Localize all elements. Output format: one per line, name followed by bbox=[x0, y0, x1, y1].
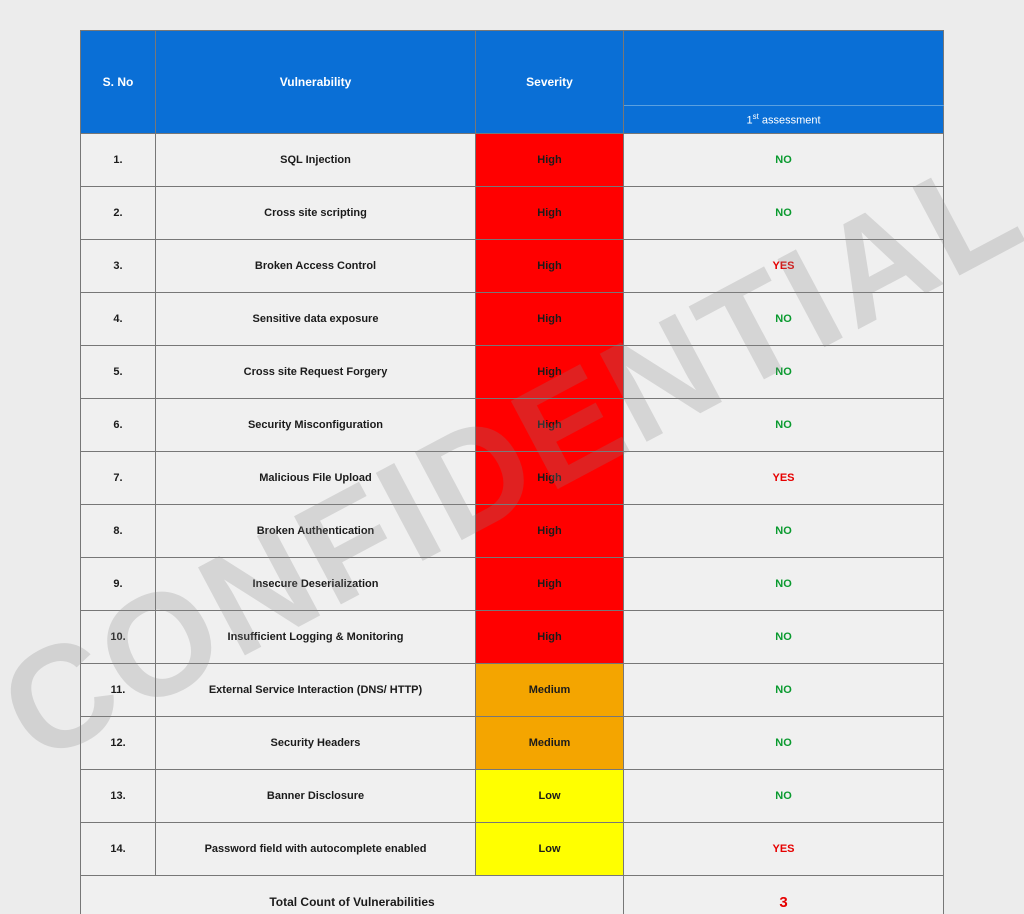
cell-sno: 9. bbox=[81, 558, 156, 611]
cell-vulnerability: Banner Disclosure bbox=[156, 770, 476, 823]
cell-sno: 11. bbox=[81, 664, 156, 717]
cell-vulnerability: Broken Authentication bbox=[156, 505, 476, 558]
cell-assessment: NO bbox=[624, 134, 944, 187]
cell-assessment: NO bbox=[624, 346, 944, 399]
cell-vulnerability: Security Headers bbox=[156, 717, 476, 770]
cell-vulnerability: External Service Interaction (DNS/ HTTP) bbox=[156, 664, 476, 717]
header-assessment-blank bbox=[624, 31, 944, 106]
table-row: 5.Cross site Request ForgeryHighNO bbox=[81, 346, 944, 399]
cell-sno: 13. bbox=[81, 770, 156, 823]
assessment-suffix: assessment bbox=[759, 115, 821, 127]
header-severity: Severity bbox=[476, 31, 624, 134]
cell-assessment: NO bbox=[624, 611, 944, 664]
cell-sno: 8. bbox=[81, 505, 156, 558]
cell-assessment: NO bbox=[624, 717, 944, 770]
cell-assessment: NO bbox=[624, 558, 944, 611]
cell-vulnerability: Security Misconfiguration bbox=[156, 399, 476, 452]
cell-severity: High bbox=[476, 240, 624, 293]
table-row: 1.SQL InjectionHighNO bbox=[81, 134, 944, 187]
cell-severity: High bbox=[476, 293, 624, 346]
cell-assessment: NO bbox=[624, 293, 944, 346]
cell-vulnerability: Broken Access Control bbox=[156, 240, 476, 293]
cell-severity: High bbox=[476, 134, 624, 187]
cell-assessment: NO bbox=[624, 187, 944, 240]
cell-assessment: NO bbox=[624, 664, 944, 717]
cell-severity: High bbox=[476, 505, 624, 558]
table-row: 4.Sensitive data exposureHighNO bbox=[81, 293, 944, 346]
table-row: 8.Broken AuthenticationHighNO bbox=[81, 505, 944, 558]
cell-vulnerability: Cross site Request Forgery bbox=[156, 346, 476, 399]
cell-sno: 10. bbox=[81, 611, 156, 664]
table-row: 2.Cross site scriptingHighNO bbox=[81, 187, 944, 240]
table-row: 10.Insufficient Logging & MonitoringHigh… bbox=[81, 611, 944, 664]
cell-vulnerability: Malicious File Upload bbox=[156, 452, 476, 505]
cell-vulnerability: Cross site scripting bbox=[156, 187, 476, 240]
cell-vulnerability: Insecure Deserialization bbox=[156, 558, 476, 611]
total-row: Total Count of Vulnerabilities3 bbox=[81, 876, 944, 914]
cell-vulnerability: SQL Injection bbox=[156, 134, 476, 187]
cell-assessment: YES bbox=[624, 452, 944, 505]
header-sno: S. No bbox=[81, 31, 156, 134]
cell-severity: Medium bbox=[476, 717, 624, 770]
cell-vulnerability: Insufficient Logging & Monitoring bbox=[156, 611, 476, 664]
cell-severity: High bbox=[476, 611, 624, 664]
cell-sno: 5. bbox=[81, 346, 156, 399]
cell-assessment: YES bbox=[624, 240, 944, 293]
cell-severity: High bbox=[476, 187, 624, 240]
cell-sno: 2. bbox=[81, 187, 156, 240]
cell-sno: 1. bbox=[81, 134, 156, 187]
cell-assessment: YES bbox=[624, 823, 944, 876]
table-row: 9.Insecure DeserializationHighNO bbox=[81, 558, 944, 611]
cell-sno: 12. bbox=[81, 717, 156, 770]
table-row: 6.Security MisconfigurationHighNO bbox=[81, 399, 944, 452]
header-assessment: 1st assessment bbox=[624, 106, 944, 134]
cell-vulnerability: Password field with autocomplete enabled bbox=[156, 823, 476, 876]
cell-sno: 4. bbox=[81, 293, 156, 346]
cell-severity: High bbox=[476, 452, 624, 505]
table-row: 14.Password field with autocomplete enab… bbox=[81, 823, 944, 876]
total-count: 3 bbox=[624, 876, 944, 914]
cell-sno: 14. bbox=[81, 823, 156, 876]
cell-assessment: NO bbox=[624, 770, 944, 823]
table-row: 3.Broken Access ControlHighYES bbox=[81, 240, 944, 293]
cell-severity: High bbox=[476, 558, 624, 611]
cell-sno: 7. bbox=[81, 452, 156, 505]
cell-sno: 6. bbox=[81, 399, 156, 452]
table-row: 12.Security HeadersMediumNO bbox=[81, 717, 944, 770]
cell-sno: 3. bbox=[81, 240, 156, 293]
cell-severity: High bbox=[476, 346, 624, 399]
cell-vulnerability: Sensitive data exposure bbox=[156, 293, 476, 346]
header-vulnerability: Vulnerability bbox=[156, 31, 476, 134]
table-row: 11.External Service Interaction (DNS/ HT… bbox=[81, 664, 944, 717]
cell-assessment: NO bbox=[624, 505, 944, 558]
vulnerability-summary-table: S. No Vulnerability Severity 1st assessm… bbox=[80, 30, 944, 914]
cell-severity: High bbox=[476, 399, 624, 452]
table-row: 13.Banner DisclosureLowNO bbox=[81, 770, 944, 823]
cell-severity: Low bbox=[476, 770, 624, 823]
table-row: 7.Malicious File UploadHighYES bbox=[81, 452, 944, 505]
cell-assessment: NO bbox=[624, 399, 944, 452]
cell-severity: Medium bbox=[476, 664, 624, 717]
cell-severity: Low bbox=[476, 823, 624, 876]
total-label: Total Count of Vulnerabilities bbox=[81, 876, 624, 914]
